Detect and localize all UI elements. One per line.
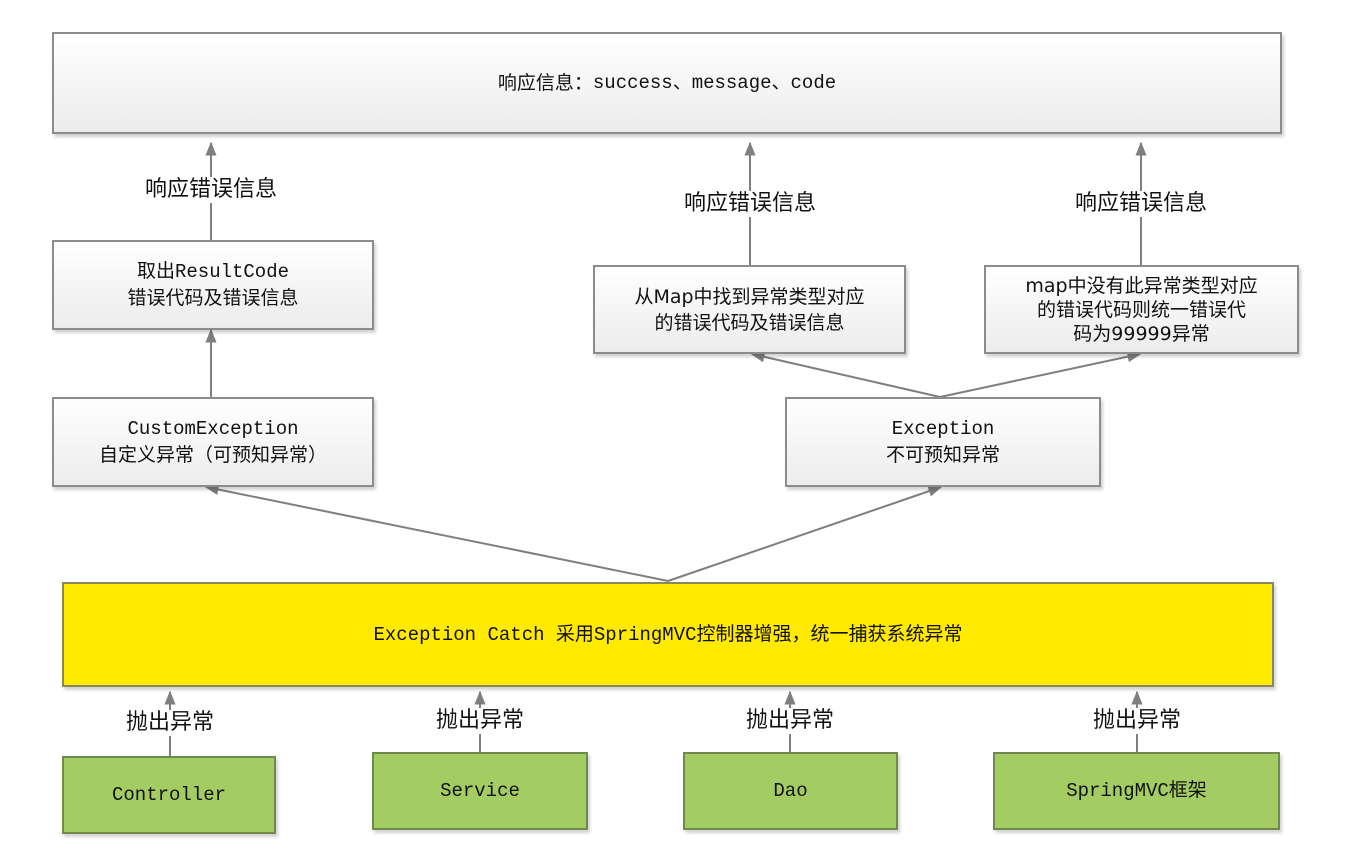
source-service-label: Service	[440, 780, 520, 802]
map-found-box: 从Map中找到异常类型对应 的错误代码及错误信息	[593, 265, 906, 354]
edge-catch-to-custom	[204, 484, 669, 582]
edge-label-respond-error: 响应错误信息	[142, 177, 280, 203]
source-dao-label: Dao	[773, 780, 808, 802]
source-dao-box: Dao	[683, 752, 898, 830]
map-found-line-1: 从Map中找到异常类型对应	[634, 285, 865, 308]
source-service-box: Service	[372, 752, 588, 830]
result-code-box: 取出ResultCode 错误代码及错误信息	[52, 240, 374, 330]
custom-exception-box: CustomException 自定义异常（可预知异常）	[52, 397, 374, 487]
edge-label-throw-exception: 抛出异常	[1090, 708, 1184, 734]
edge-label-throw-exception: 抛出异常	[433, 708, 527, 734]
result-code-line-2: 错误代码及错误信息	[127, 287, 299, 309]
result-code-line-1: 取出ResultCode	[136, 261, 290, 283]
edge-label-throw-exception: 抛出异常	[743, 708, 837, 734]
custom-exception-desc: 自定义异常（可预知异常）	[98, 444, 327, 466]
edge-label-respond-error: 响应错误信息	[1072, 191, 1210, 217]
map-missing-line-2: 的错误代码则统一错误代	[1036, 298, 1246, 321]
source-springmvc-box: SpringMVC框架	[993, 752, 1280, 830]
exception-catch-box: Exception Catch 采用SpringMVC控制器增强，统一捕获系统异…	[62, 582, 1274, 687]
exception-title: Exception	[891, 418, 995, 440]
edge-exception-to-mapmissing	[939, 351, 1142, 398]
source-controller-label: Controller	[111, 784, 227, 806]
source-springmvc-label: SpringMVC框架	[1066, 780, 1207, 802]
source-controller-box: Controller	[62, 756, 276, 834]
response-info-fields: success、message、code	[592, 72, 837, 94]
response-info-box: 响应信息： success、message、code	[52, 32, 1282, 134]
map-missing-box: map中没有此异常类型对应 的错误代码则统一错误代 码为99999异常	[984, 265, 1299, 354]
edge-exception-to-mapfound	[750, 351, 941, 398]
exception-desc: 不可预知异常	[885, 444, 1000, 466]
map-missing-line-3: 码为99999异常	[1073, 322, 1210, 345]
map-missing-line-1: map中没有此异常类型对应	[1025, 274, 1258, 297]
exception-box: Exception 不可预知异常	[785, 397, 1101, 487]
response-info-label: 响应信息：	[497, 72, 593, 94]
edge-label-throw-exception: 抛出异常	[123, 710, 217, 736]
edge-catch-to-exception	[667, 485, 943, 582]
edge-label-respond-error: 响应错误信息	[681, 191, 819, 217]
map-found-line-2: 的错误代码及错误信息	[654, 311, 845, 334]
exception-catch-label: Exception Catch 采用SpringMVC控制器增强，统一捕获系统异…	[373, 623, 963, 646]
custom-exception-title: CustomException	[127, 418, 299, 440]
